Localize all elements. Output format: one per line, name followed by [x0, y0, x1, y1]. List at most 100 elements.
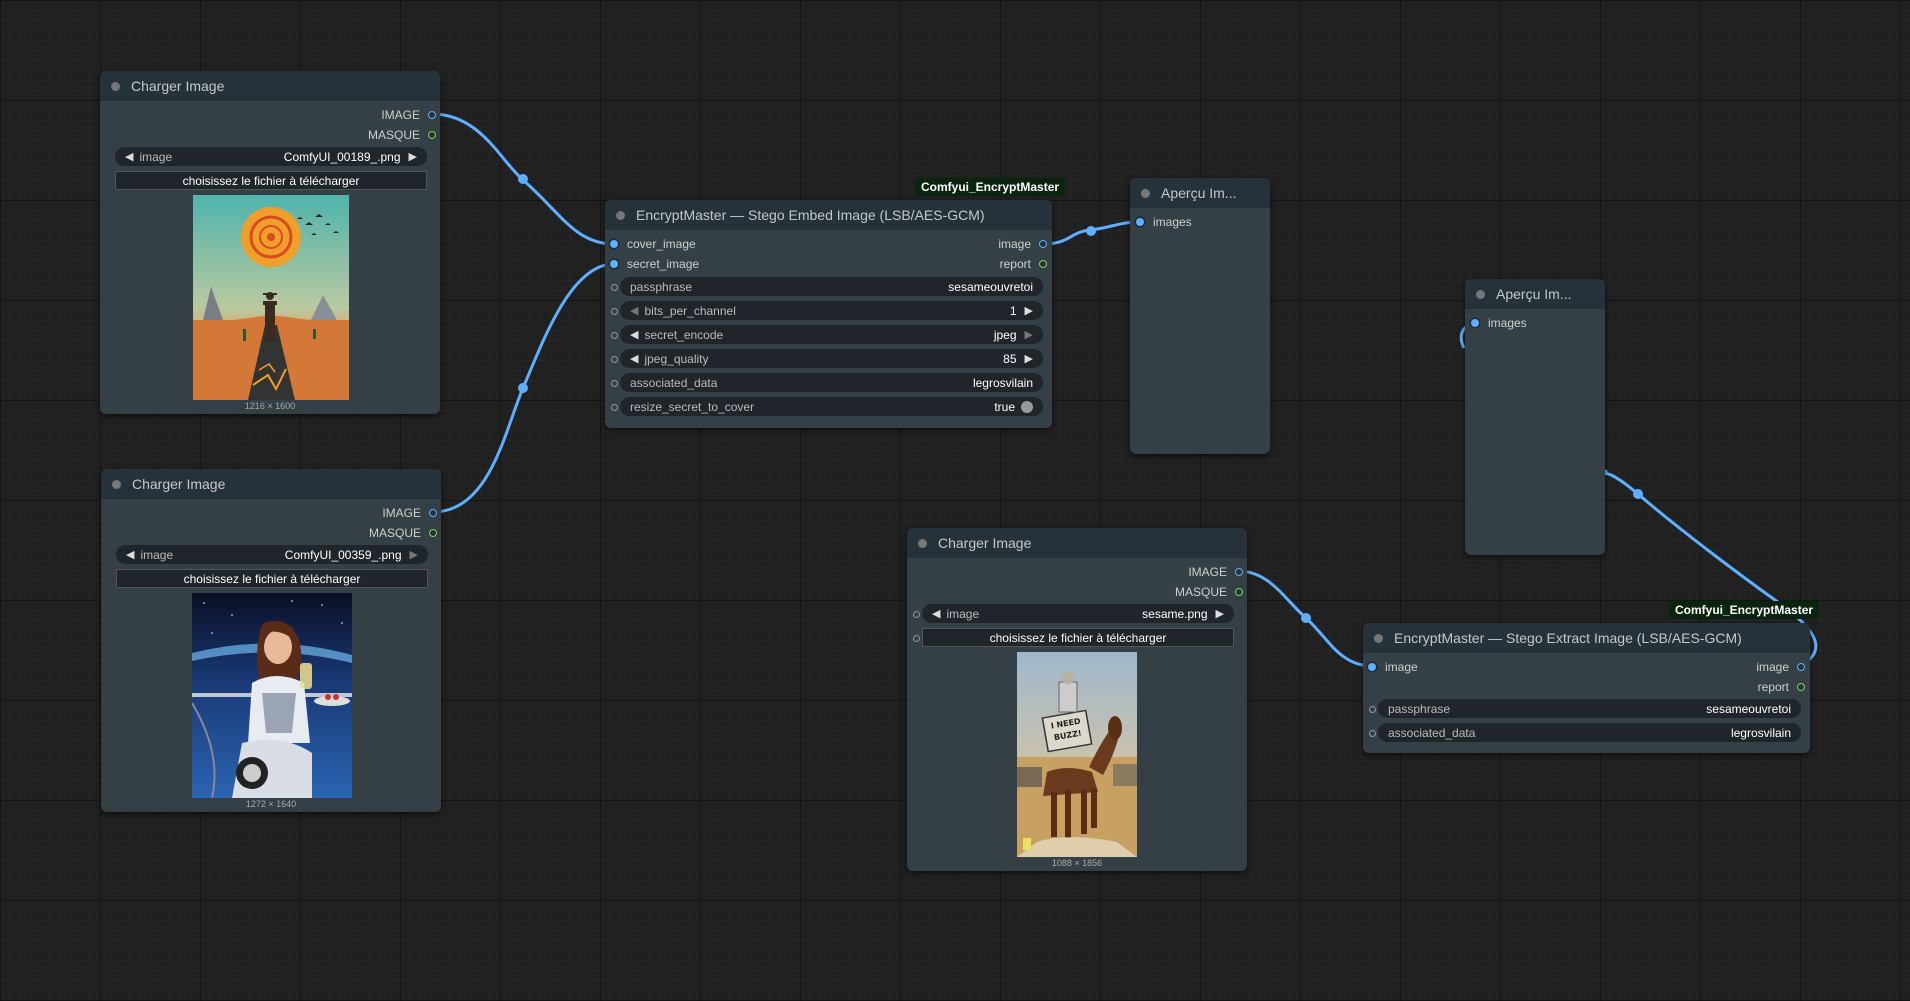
arrow-right-icon[interactable]: ▶ [1216, 607, 1224, 620]
wire-load3-to-extract[interactable] [1237, 569, 1373, 668]
output-mask[interactable]: MASQUE [369, 524, 437, 542]
wire-load1-to-cover[interactable] [431, 112, 615, 246]
output-image[interactable]: image [998, 235, 1047, 253]
associated-data-field[interactable]: associated_data legrosvilain [1378, 723, 1801, 742]
output-socket[interactable] [429, 509, 437, 517]
output-socket[interactable] [428, 131, 436, 139]
collapse-dot-icon[interactable] [1141, 188, 1150, 198]
image-combo[interactable]: ◀ image sesame.png ▶ [922, 604, 1234, 623]
output-socket[interactable] [1797, 663, 1805, 671]
input-socket[interactable] [1136, 218, 1144, 226]
widget-input-socket[interactable] [913, 611, 920, 618]
image-combo[interactable]: ◀ image ComfyUI_00359_.png ▶ [116, 545, 428, 564]
arrow-right-icon[interactable]: ▶ [1025, 328, 1033, 341]
jpeg-quality-stepper[interactable]: ◀ jpeg_quality 85 ▶ [620, 349, 1043, 368]
output-report[interactable]: report [1000, 255, 1047, 273]
arrow-left-icon[interactable]: ◀ [125, 150, 133, 163]
image-combo[interactable]: ◀ image ComfyUI_00189_.png ▶ [115, 147, 427, 166]
input-images[interactable]: images [1136, 213, 1192, 231]
increment-arrow-icon[interactable]: ▶ [1025, 352, 1033, 365]
resize-secret-toggle[interactable]: resize_secret_to_cover true [620, 397, 1043, 416]
wire-midpoint[interactable] [1086, 226, 1096, 236]
output-report[interactable]: report [1758, 678, 1805, 696]
node-header[interactable]: Charger Image [100, 71, 440, 101]
collapse-dot-icon[interactable] [616, 210, 625, 220]
collapse-dot-icon[interactable] [918, 538, 927, 548]
input-cover-image[interactable]: cover_image [610, 235, 696, 253]
input-socket[interactable] [610, 260, 618, 268]
input-image[interactable]: image [1368, 658, 1418, 676]
widget-input-socket[interactable] [611, 284, 618, 291]
output-mask[interactable]: MASQUE [1175, 583, 1243, 601]
associated-data-field[interactable]: associated_data legrosvilain [620, 373, 1043, 392]
output-socket[interactable] [1235, 588, 1243, 596]
node-header[interactable]: EncryptMaster — Stego Extract Image (LSB… [1363, 623, 1810, 653]
output-socket[interactable] [429, 529, 437, 537]
widget-input-socket[interactable] [913, 635, 920, 642]
preview-image-node-1[interactable]: Aperçu Im... images [1130, 178, 1270, 454]
arrow-left-icon[interactable]: ◀ [630, 328, 638, 341]
input-socket[interactable] [1368, 663, 1376, 671]
node-header[interactable]: Charger Image [907, 528, 1247, 558]
arrow-right-icon[interactable]: ▶ [410, 548, 418, 561]
widget-input-socket[interactable] [611, 380, 618, 387]
arrow-right-icon[interactable]: ▶ [409, 150, 417, 163]
arrow-left-icon[interactable]: ◀ [126, 548, 134, 561]
toggle-knob-icon[interactable] [1021, 400, 1033, 413]
widget-input-socket[interactable] [1369, 706, 1376, 713]
decrement-arrow-icon[interactable]: ◀ [630, 352, 638, 365]
node-header[interactable]: Charger Image [101, 469, 441, 499]
widget-input-socket[interactable] [611, 404, 618, 411]
output-image[interactable]: IMAGE [382, 504, 437, 522]
wire-midpoint[interactable] [518, 174, 528, 184]
input-images[interactable]: images [1471, 314, 1527, 332]
decrement-arrow-icon[interactable]: ◀ [630, 304, 638, 317]
arrow-left-icon[interactable]: ◀ [932, 607, 940, 620]
wire-midpoint[interactable] [518, 383, 528, 393]
wire-load2-to-secret[interactable] [432, 262, 615, 514]
widget-input-socket[interactable] [611, 332, 618, 339]
node-title: Charger Image [938, 535, 1032, 551]
upload-button[interactable]: choisissez le fichier à télécharger [115, 171, 427, 190]
collapse-dot-icon[interactable] [111, 81, 120, 91]
upload-button[interactable]: choisissez le fichier à télécharger [116, 569, 428, 588]
collapse-dot-icon[interactable] [1476, 289, 1485, 299]
passphrase-field[interactable]: passphrase sesameouvretoi [1378, 699, 1801, 718]
stego-embed-node[interactable]: EncryptMaster — Stego Embed Image (LSB/A… [605, 200, 1052, 428]
output-image[interactable]: image [1756, 658, 1805, 676]
input-socket[interactable] [610, 240, 618, 248]
bits-per-channel-stepper[interactable]: ◀ bits_per_channel 1 ▶ [620, 301, 1043, 320]
increment-arrow-icon[interactable]: ▶ [1025, 304, 1033, 317]
load-image-node-2[interactable]: Charger Image IMAGE MASQUE ◀ image Comfy… [101, 469, 441, 812]
widget-value: sesameouvretoi [948, 279, 1033, 294]
wire-embed-to-preview1[interactable] [1042, 220, 1140, 246]
preview-image-node-2[interactable]: Aperçu Im... images [1465, 279, 1605, 555]
node-header[interactable]: Aperçu Im... [1465, 279, 1605, 309]
output-mask[interactable]: MASQUE [368, 126, 436, 144]
widget-input-socket[interactable] [611, 308, 618, 315]
upload-button[interactable]: choisissez le fichier à télécharger [922, 628, 1234, 647]
load-image-node-1[interactable]: Charger Image IMAGE MASQUE ◀ image Comfy… [100, 71, 440, 414]
node-header[interactable]: Aperçu Im... [1130, 178, 1270, 208]
output-image[interactable]: IMAGE [1188, 563, 1243, 581]
input-secret-image[interactable]: secret_image [610, 255, 699, 273]
output-socket[interactable] [1039, 240, 1047, 248]
output-socket[interactable] [428, 111, 436, 119]
collapse-dot-icon[interactable] [1374, 633, 1383, 643]
output-image[interactable]: IMAGE [381, 106, 436, 124]
load-image-node-3[interactable]: Charger Image IMAGE MASQUE ◀ image sesam… [907, 528, 1247, 871]
output-socket[interactable] [1235, 568, 1243, 576]
widget-input-socket[interactable] [1369, 730, 1376, 737]
collapse-dot-icon[interactable] [112, 479, 121, 489]
secret-encode-combo[interactable]: ◀ secret_encode jpeg ▶ [620, 325, 1043, 344]
wire-midpoint[interactable] [1633, 489, 1643, 499]
widget-input-socket[interactable] [611, 356, 618, 363]
input-socket[interactable] [1471, 319, 1479, 327]
output-socket[interactable] [1039, 260, 1047, 268]
passphrase-field[interactable]: passphrase sesameouvretoi [620, 277, 1043, 296]
wire-midpoint[interactable] [1301, 613, 1311, 623]
stego-extract-node[interactable]: EncryptMaster — Stego Extract Image (LSB… [1363, 623, 1810, 753]
output-socket[interactable] [1797, 683, 1805, 691]
node-header[interactable]: EncryptMaster — Stego Embed Image (LSB/A… [605, 200, 1052, 230]
widget-label: jpeg_quality [644, 351, 709, 366]
